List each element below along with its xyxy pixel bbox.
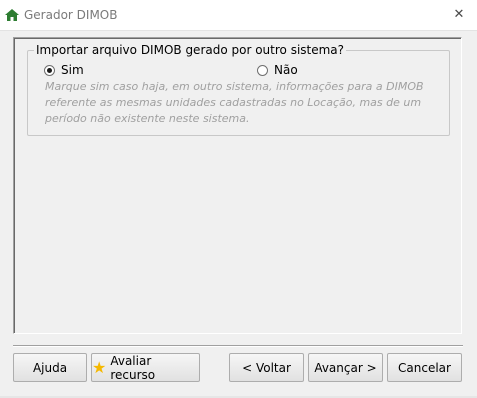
help-button[interactable]: Ajuda [13,353,87,382]
hint-text: Marque sim caso haja, em outro sistema, … [45,80,424,125]
home-icon [5,9,19,21]
cancel-button[interactable]: Cancelar [387,353,462,382]
back-button-label: < Voltar [242,360,291,375]
rate-feature-label: Avaliar recurso [110,353,156,382]
cancel-button-label: Cancelar [398,360,451,375]
rate-feature-button[interactable]: ★ Avaliar recurso [91,353,200,382]
group-legend: Importar arquivo DIMOB gerado por outro … [34,43,347,57]
title-divider [0,30,477,31]
close-button[interactable]: ✕ [451,7,467,23]
radio-nao-label[interactable]: Não [274,63,298,77]
next-button-label: Avançar > [314,360,377,375]
footer-separator-highlight [13,346,463,347]
close-icon: ✕ [453,7,465,22]
radio-nao-indicator[interactable] [257,64,268,76]
radio-nao[interactable]: Não [257,62,298,78]
help-button-label: Ajuda [32,360,68,375]
back-button[interactable]: < Voltar [229,353,304,382]
radio-sim-indicator[interactable] [44,64,55,76]
star-icon: ★ [92,357,107,377]
radio-sim[interactable]: Sim [44,62,84,78]
title-bar: Gerador DIMOB ✕ [0,0,477,30]
next-button[interactable]: Avançar > [308,353,383,382]
window-title: Gerador DIMOB [24,8,118,22]
radio-sim-label[interactable]: Sim [61,63,84,77]
